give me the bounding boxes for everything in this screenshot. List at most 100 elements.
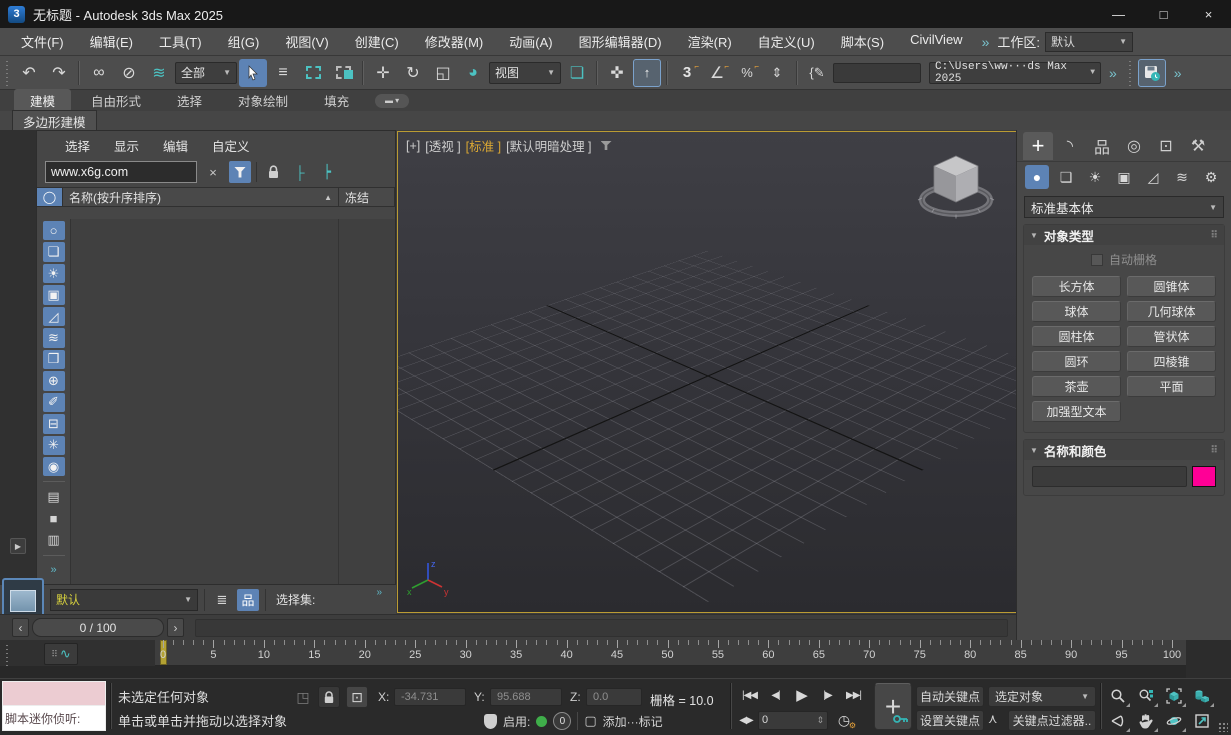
selection-filter-dropdown[interactable]: 全部 ▼ [175,61,237,84]
layerbar-overflow-chevron[interactable]: » [370,587,388,598]
per-view-filter-icon[interactable] [600,141,612,150]
ribbon-tab-3[interactable]: 对象绘制 [222,89,304,112]
viewport-general-menu[interactable]: [+] [406,139,420,153]
close-button[interactable]: × [1186,0,1231,28]
object-type-button-2[interactable]: 球体 [1032,301,1121,322]
ribbon-tab-4[interactable]: 填充 [308,89,365,112]
select-and-manipulate-button[interactable]: ✜ [603,59,631,87]
zoom-region-button[interactable] [1104,709,1131,733]
next-frame-arrow[interactable]: › [167,618,184,637]
object-type-button-5[interactable]: 管状体 [1127,326,1216,347]
menu-item-3[interactable]: 组(G) [215,28,273,55]
display-groups-toggle[interactable]: ❒ [42,349,65,370]
search-clear-button[interactable]: × [202,161,224,183]
ribbon-panel-tab[interactable]: 多边形建模 [12,109,97,132]
set-keys-button[interactable]: + [874,683,912,730]
tab-create[interactable]: + [1023,131,1053,160]
object-type-button-0[interactable]: 长方体 [1032,276,1121,297]
filter-button[interactable] [229,161,251,183]
menu-item-4[interactable]: 视图(V) [272,28,341,55]
zoom-extents-button[interactable] [1160,684,1187,708]
minimize-button[interactable]: — [1096,0,1141,28]
previous-frame-button[interactable]: ◀| [764,684,787,706]
spinner-snap-toggle[interactable]: ⇕ [763,59,791,87]
display-none-toggle[interactable]: ○ [42,221,65,241]
z-coordinate-field[interactable]: 0.0 [586,688,642,706]
macro-recorder-field[interactable] [2,681,106,706]
category-geometry[interactable]: ● [1025,165,1049,189]
orbit-button[interactable] [1160,709,1187,733]
collapse-tree-button[interactable]: ┝ [316,161,338,183]
explorer-search-input[interactable]: www.x6g.com [45,161,197,183]
object-type-button-7[interactable]: 四棱锥 [1127,351,1216,372]
add-time-tag[interactable]: 添加···标记 [603,713,663,730]
display-space-warps-toggle[interactable]: ≋ [42,328,65,348]
ribbon-tab-2[interactable]: 选择 [161,89,218,112]
select-and-move-button[interactable]: ✛ [369,59,397,87]
display-geometry-toggle[interactable]: ❏ [42,242,65,262]
explorer-menu-0[interactable]: 选择 [57,134,98,157]
go-to-end-button[interactable]: ▶▶| [842,684,865,706]
menu-item-1[interactable]: 编辑(E) [77,28,146,55]
viewport-style-menu[interactable]: [标准 ] [466,136,501,155]
explorer-menu-2[interactable]: 编辑 [155,134,196,157]
ribbon-overflow-dropdown[interactable]: ▬ ▾ [375,93,410,108]
category-helpers[interactable]: ◿ [1141,165,1165,189]
track-bar-ruler[interactable]: 0 5 10 15 20 25 30 35 40 45 50 55 60 65 70 75 80 85 90 95 10… [155,640,1186,666]
category-lights[interactable]: ☀ [1083,165,1107,189]
explorer-list-view-button[interactable]: ▤ [43,487,65,506]
blocked-scripts-count-button[interactable]: 0 [553,712,572,730]
select-and-scale-button[interactable]: ◱ [429,59,457,87]
tab-modify[interactable]: ◝ [1055,132,1085,160]
menu-item-6[interactable]: 修改器(M) [412,28,497,55]
display-lights-toggle[interactable]: ☀ [42,263,65,284]
percent-snap-toggle[interactable]: % ⌐ [733,59,761,87]
auto-key-toggle[interactable]: 自动关键点 [916,686,984,707]
layers-button[interactable]: ≣ [211,589,233,611]
explorer-menu-1[interactable]: 显示 [106,134,147,157]
absolute-offset-mode-toggle[interactable]: ⊡ [346,686,368,708]
explorer-collapse-chevron[interactable]: » [43,561,65,580]
time-slider-track[interactable] [195,618,1008,637]
object-type-button-6[interactable]: 圆环 [1032,351,1121,372]
name-column-header[interactable]: 名称(按升序排序) ▲ [63,188,339,206]
menu-item-0[interactable]: 文件(F) [8,28,77,55]
object-type-button-3[interactable]: 几何球体 [1127,301,1216,322]
display-hidden-toggle[interactable]: ◉ [42,456,65,477]
tab-display[interactable]: ⊡ [1151,132,1181,160]
object-type-button-8[interactable]: 茶壶 [1032,376,1121,397]
menu-item-12[interactable]: CivilView [897,28,976,55]
bind-to-space-warp-button[interactable]: ≋ [145,59,173,87]
schematic-view-button[interactable]: 品 [237,588,259,611]
menu-overflow-chevron[interactable]: » [976,34,996,50]
object-type-button-1[interactable]: 圆锥体 [1127,276,1216,297]
menu-item-2[interactable]: 工具(T) [146,28,215,55]
autobackup-save-button[interactable] [1137,58,1166,87]
select-by-name-button[interactable]: ≡ [269,59,297,87]
select-and-place-button[interactable]: ◕ [459,59,487,87]
explorer-detail-view-button[interactable]: ▥ [43,530,65,549]
display-helpers-toggle[interactable]: ◿ [42,306,65,327]
category-cameras[interactable]: ▣ [1112,165,1136,189]
object-type-button-10[interactable]: 加强型文本 [1032,401,1121,422]
zoom-button[interactable] [1104,684,1131,708]
toolbar-overflow-chevron[interactable]: » [1168,65,1188,81]
shield-icon[interactable] [484,713,497,729]
zoom-all-button[interactable] [1132,684,1159,708]
display-frozen-toggle[interactable]: ✳ [42,435,65,455]
pan-button[interactable] [1132,709,1159,733]
select-and-rotate-button[interactable]: ↻ [399,59,427,87]
object-color-swatch[interactable] [1192,466,1216,487]
time-slider-handle[interactable]: 0 / 100 [32,618,164,637]
object-type-button-9[interactable]: 平面 [1127,376,1216,397]
display-bones-toggle[interactable]: ✐ [42,392,65,413]
zoom-extents-all-button[interactable] [1188,684,1215,708]
unlink-selection-button[interactable]: ⊘ [115,59,143,87]
go-to-start-button[interactable]: |◀◀ [738,684,761,706]
category-systems[interactable]: ⚙ [1199,165,1223,189]
tab-hierarchy[interactable]: 品 [1087,132,1117,160]
viewport-pov-menu[interactable]: [透视 ] [425,136,460,155]
select-and-link-button[interactable]: ∞ [85,59,113,87]
window-crossing-toggle[interactable] [329,59,357,87]
window-resize-grip[interactable] [1218,722,1228,732]
